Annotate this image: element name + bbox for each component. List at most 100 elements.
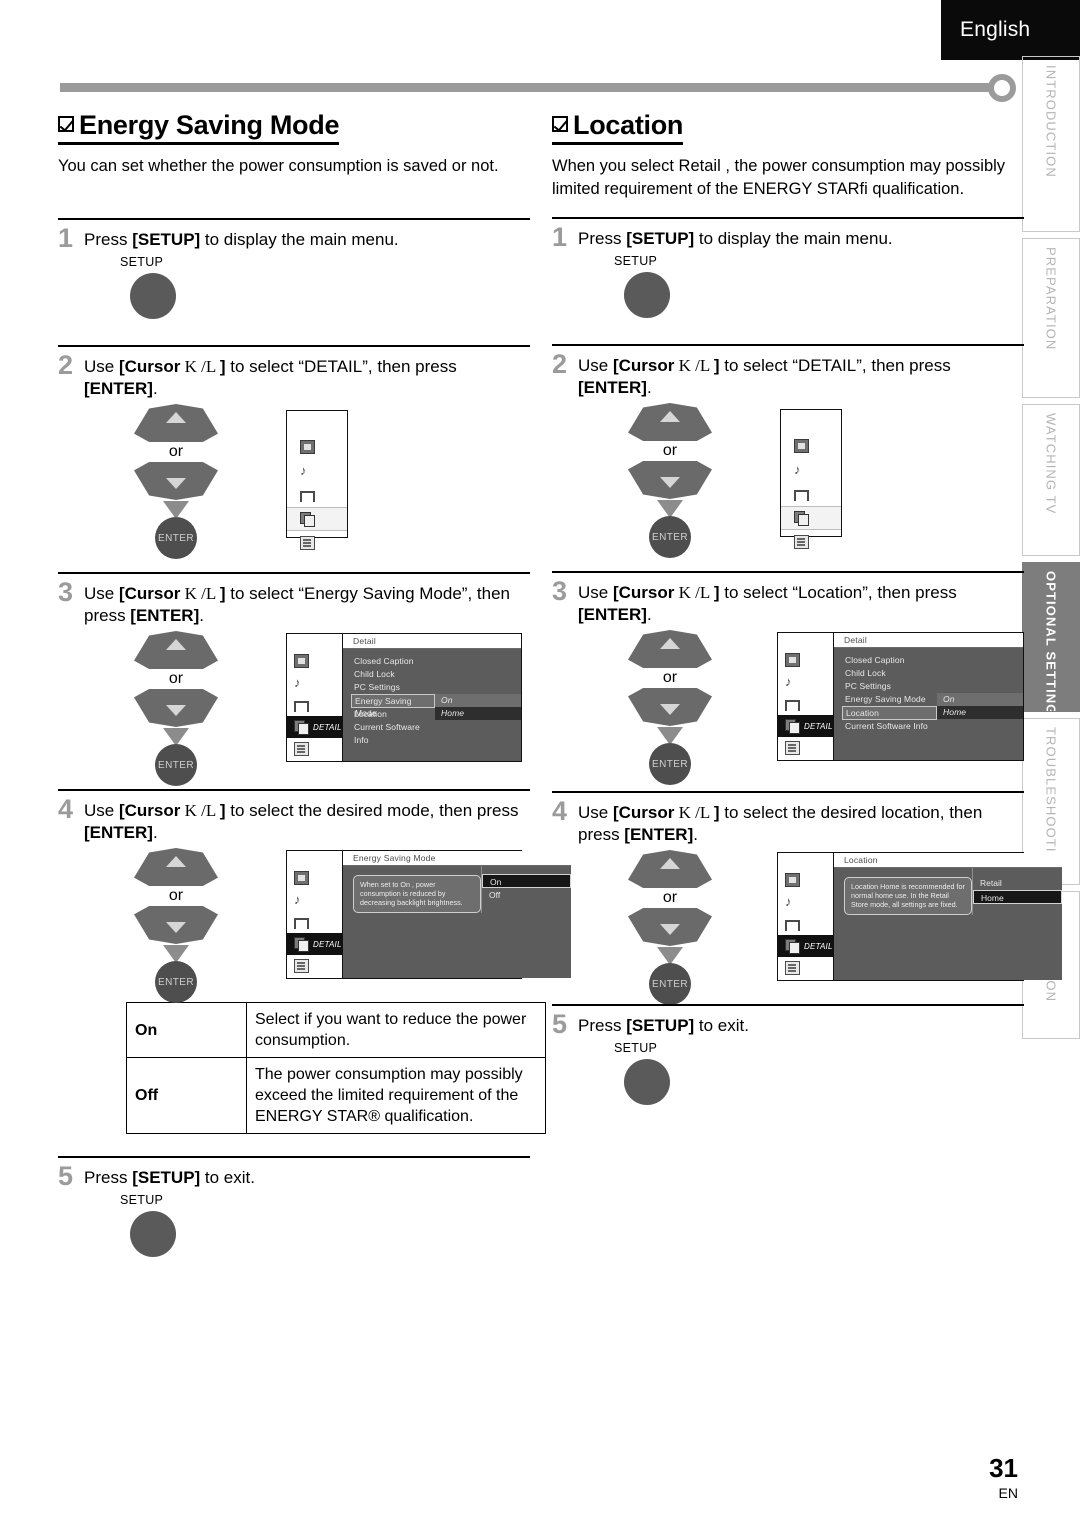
rail-item-screen[interactable] [778,693,833,715]
or-label: or [168,443,184,460]
step-text-mid: to select the desired mode, then press [225,801,519,820]
setup-button-icon [130,1211,176,1257]
osd-value[interactable]: On [937,693,1023,706]
remote-art-setup: SETUP [58,255,530,319]
cursor-glyph: K /L [180,584,220,603]
rail-item-picture[interactable] [287,650,342,672]
screen-icon [794,489,809,501]
menu-icon-screen[interactable] [781,482,841,506]
osd-option-selected[interactable]: Home [973,890,1062,904]
osd-menu-list: Closed Caption Child Lock PC Settings En… [343,649,435,745]
cursor-pad-icon: or ENTER [116,848,236,1003]
osd-value[interactable]: On [435,694,521,707]
osd-row[interactable]: PC Settings [351,681,435,694]
rail-item-detail[interactable]: DETAIL [287,716,342,738]
rail-item-settings[interactable] [287,955,342,977]
osd-row[interactable]: Current Software Info [842,720,937,733]
step-text-pre: Press [578,229,627,248]
sidebar-item-introduction[interactable]: INTRODUCTION [1022,56,1080,232]
step-5-left: 5 Press [SETUP] to exit. SETUP [58,1156,530,1257]
cursor-up-icon [628,850,712,888]
menu-icon-screen[interactable] [287,483,347,507]
cursor-up-icon [628,403,712,441]
menu-icon-picture[interactable] [287,435,347,459]
osd-value[interactable]: Home [937,706,1023,719]
rail-item-detail[interactable]: DETAIL [287,933,342,955]
rail-item-sound[interactable]: ♪ [778,891,833,913]
osd-row[interactable]: Location [351,708,435,721]
menu-icon-sound[interactable]: ♪ [781,458,841,482]
music-note-icon: ♪ [294,892,301,907]
step-3-right: 3 Use [Cursor K /L ] to select “Location… [552,571,1024,785]
osd-value[interactable]: Home [435,707,521,720]
enter-button-icon: ENTER [155,961,197,1003]
menu-icon-detail[interactable] [781,506,841,530]
osd-row[interactable]: Child Lock [842,667,937,680]
notepad-icon [785,961,800,975]
rail-item-sound[interactable]: ♪ [287,672,342,694]
step-number: 4 [552,796,568,826]
osd-detail-left: ♪ DETAIL Detail Closed Caption Child Loc… [286,633,522,762]
osd-row[interactable]: PC Settings [842,680,937,693]
rail-item-picture[interactable] [778,869,833,891]
step-2-left: 2 Use [Cursor K /L ] to select “DETAIL”,… [58,345,530,559]
step-4-right: 4 Use [Cursor K /L ] to select the desir… [552,791,1062,1005]
menu-icon-settings[interactable] [287,531,347,555]
menu-icon-picture[interactable] [781,434,841,458]
step-text-end: . [199,606,204,625]
osd-row[interactable]: Closed Caption [351,655,435,668]
section-description-right-line1: When you select Retail , the power consu… [552,157,1006,175]
step-text-pre: Press [578,1016,627,1035]
osd-row-selected[interactable]: Energy Saving Mode [351,694,435,718]
osd-row[interactable]: Closed Caption [842,654,937,667]
cursor-pad-icon: or ENTER [116,631,236,786]
menu-icon-detail[interactable] [287,507,347,531]
picture-icon [294,871,309,885]
notepad-icon [300,536,315,550]
rail-item-sound[interactable]: ♪ [287,889,342,911]
rail-item-picture[interactable] [778,649,833,671]
page-title-left: Energy Saving Mode [58,110,339,145]
rail-item-detail[interactable]: DETAIL [778,715,833,737]
setup-button-icon [130,273,176,319]
sidebar-item-preparation[interactable]: PREPARATION [1022,238,1080,398]
osd-rail: ♪ DETAIL [287,851,343,978]
setup-button-label: SETUP [614,254,658,268]
rail-item-screen[interactable] [287,911,342,933]
screen-icon [300,490,315,502]
layers-icon [785,719,800,734]
music-note-icon: ♪ [794,462,801,477]
step-instruction: Press [SETUP] to exit. [84,1167,530,1189]
rail-item-screen[interactable] [778,913,833,935]
osd-row[interactable]: Energy Saving Mode [842,693,937,706]
rail-item-screen[interactable] [287,694,342,716]
rail-item-settings[interactable] [778,957,833,979]
step-key-enter: [ENTER] [624,825,694,844]
cursor-pad-icon: or ENTER [610,630,730,785]
menu-icon-settings[interactable] [781,530,841,554]
step-key-cursor: [Cursor [612,356,675,375]
osd-row[interactable]: Current Software Info [351,721,435,745]
rail-item-settings[interactable] [778,737,833,759]
step-1-left: 1 Press [SETUP] to display the main menu… [58,218,530,319]
osd-title: Detail [834,633,1023,648]
rail-item-detail[interactable]: DETAIL [778,935,833,957]
menu-icon-sound[interactable]: ♪ [287,459,347,483]
rail-item-sound[interactable]: ♪ [778,671,833,693]
language-tab: English [941,0,1080,60]
step-key-cursor: [Cursor [118,801,181,820]
osd-rail: ♪ DETAIL [778,853,834,980]
sidebar-item-optional-setting[interactable]: OPTIONAL SETTING [1022,562,1080,712]
step-text-mid: to display the main menu. [694,229,893,248]
screen-icon [294,917,309,929]
cursor-glyph: K /L [674,356,714,375]
osd-row[interactable]: Child Lock [351,668,435,681]
or-label: or [662,669,678,686]
rail-item-settings[interactable] [287,738,342,760]
rail-item-picture[interactable] [287,867,342,889]
step-text-mid: to select “DETAIL”, then press [225,357,457,376]
osd-row-selected[interactable]: Location [842,706,937,720]
step-number: 2 [58,350,74,380]
sidebar-item-watching-tv[interactable]: WATCHING TV [1022,404,1080,556]
osd-option[interactable]: Retail [973,876,1062,890]
